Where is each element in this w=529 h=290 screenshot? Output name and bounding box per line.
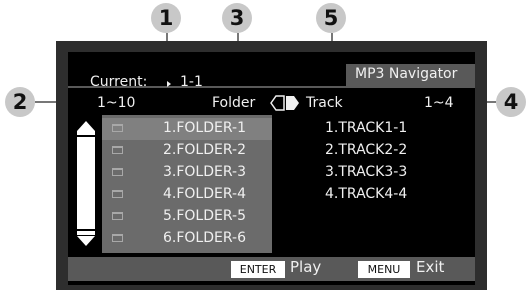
folder-item-label: 1.FOLDER-1 — [163, 120, 246, 136]
folder-column-label: Folder — [212, 95, 256, 111]
scroll-down-arrow-base[interactable] — [77, 231, 95, 235]
callout-marker-4: 4 — [496, 87, 526, 117]
folder-icon — [112, 146, 123, 154]
folder-range: 1~10 — [97, 95, 136, 111]
folder-icon — [112, 234, 123, 242]
folder-icon — [112, 124, 123, 132]
folder-icon — [112, 190, 123, 198]
folder-item-label: 4.FOLDER-4 — [163, 186, 246, 202]
callout-marker-3: 3 — [222, 3, 252, 33]
folder-item[interactable]: 4.FOLDER-4 — [102, 184, 272, 206]
track-column-label: Track — [306, 95, 343, 111]
folder-item-label: 6.FOLDER-6 — [163, 230, 246, 246]
scroll-up-arrow-base[interactable] — [77, 131, 95, 135]
folder-item-label: 5.FOLDER-5 — [163, 208, 246, 224]
enter-key-button[interactable]: ENTER — [231, 261, 285, 278]
folder-item[interactable]: 2.FOLDER-2 — [102, 140, 272, 162]
scrollbar-thumb[interactable] — [77, 137, 95, 229]
track-item[interactable]: 3.TRACK3-3 — [325, 164, 407, 186]
folder-track-switch-icon[interactable] — [270, 95, 300, 111]
folder-icon — [112, 168, 123, 176]
scroll-down-arrow-icon[interactable] — [77, 236, 95, 246]
menu-key-button[interactable]: MENU — [358, 261, 410, 278]
callout-marker-5: 5 — [316, 3, 346, 33]
app-title-tab: MP3 Navigator — [346, 64, 475, 86]
track-item[interactable]: 2.TRACK2-2 — [325, 142, 407, 164]
folder-icon — [112, 212, 123, 220]
current-label: Current: — [90, 74, 148, 90]
callout-marker-2: 2 — [5, 87, 35, 117]
app-title: MP3 Navigator — [355, 66, 458, 82]
folder-item[interactable]: 6.FOLDER-6 — [102, 228, 272, 250]
enter-action-label: Play — [290, 258, 322, 276]
callout-marker-1: 1 — [151, 3, 181, 33]
track-item[interactable]: 4.TRACK4-4 — [325, 186, 407, 208]
folder-item[interactable]: 1.FOLDER-1 — [102, 118, 272, 140]
scroll-up-arrow-icon[interactable] — [77, 121, 95, 131]
current-value: 1-1 — [180, 74, 203, 90]
track-item[interactable]: 1.TRACK1-1 — [325, 120, 407, 142]
track-range: 1~4 — [424, 95, 454, 111]
folder-scrollbar[interactable] — [76, 115, 96, 253]
folder-item-label: 3.FOLDER-3 — [163, 164, 246, 180]
menu-action-label: Exit — [416, 258, 445, 276]
play-triangle-icon — [167, 81, 171, 87]
folder-item[interactable]: 3.FOLDER-3 — [102, 162, 272, 184]
folder-item[interactable]: 5.FOLDER-5 — [102, 206, 272, 228]
folder-item-label: 2.FOLDER-2 — [163, 142, 246, 158]
